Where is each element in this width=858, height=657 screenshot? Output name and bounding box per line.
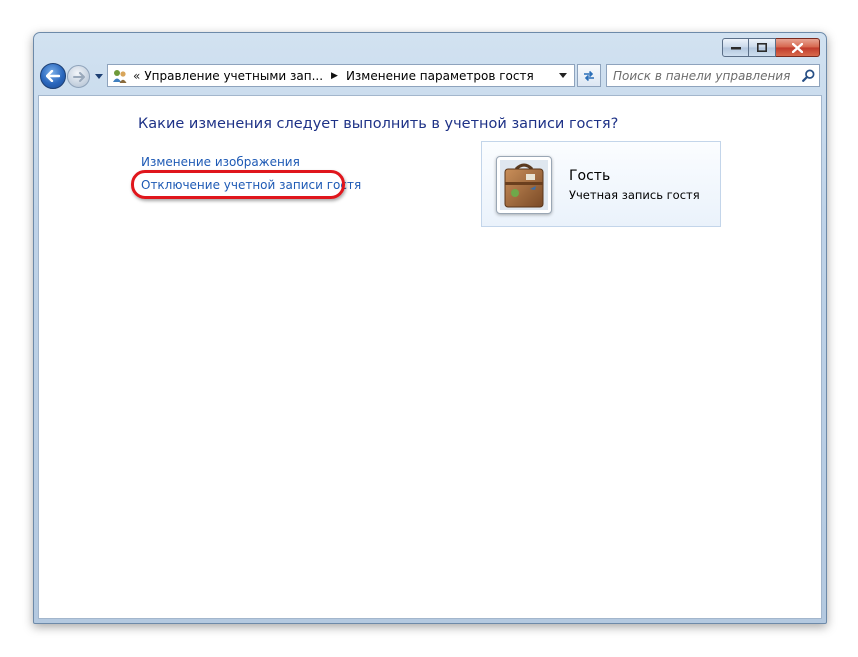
users-icon [111, 67, 129, 85]
minimize-button[interactable] [722, 38, 749, 57]
caption-buttons [722, 38, 820, 57]
maximize-button[interactable] [749, 38, 776, 57]
control-panel-window: « Управление учетными зап... ▶ Изменение… [33, 32, 827, 624]
address-dropdown-button[interactable] [556, 65, 570, 86]
change-picture-link[interactable]: Изменение изображения [141, 155, 300, 169]
search-button[interactable] [797, 69, 819, 82]
breadcrumb-guest-settings[interactable]: Изменение параметров гостя [346, 69, 534, 83]
turn-off-guest-account-link[interactable]: Отключение учетной записи гостя [141, 178, 361, 192]
back-button[interactable] [40, 63, 66, 89]
chevron-down-icon [559, 73, 567, 78]
navigation-bar: « Управление учетными зап... ▶ Изменение… [38, 61, 820, 91]
forward-button[interactable] [67, 65, 90, 88]
maximize-icon [757, 43, 767, 52]
chevron-down-icon [95, 73, 103, 79]
account-picture [496, 156, 552, 214]
close-icon [792, 42, 803, 53]
close-button[interactable] [776, 38, 820, 57]
search-icon [801, 69, 814, 82]
account-tile: Гость Учетная запись гостя [481, 141, 721, 227]
recent-pages-button[interactable] [94, 71, 104, 81]
refresh-button[interactable] [577, 64, 601, 87]
search-box[interactable] [606, 64, 820, 87]
back-arrow-icon [46, 70, 60, 82]
minimize-icon [730, 46, 741, 49]
account-name: Гость [569, 168, 611, 184]
suitcase-icon [500, 160, 548, 210]
account-type: Учетная запись гостя [569, 188, 700, 202]
refresh-icon [584, 70, 594, 81]
page-title: Какие изменения следует выполнить в учет… [138, 116, 619, 132]
search-input[interactable] [607, 67, 797, 84]
breadcrumb-separator-icon[interactable]: ▶ [331, 71, 338, 81]
breadcrumb-user-accounts[interactable]: Управление учетными зап... [144, 69, 323, 83]
address-bar[interactable]: « Управление учетными зап... ▶ Изменение… [107, 64, 575, 87]
address-overflow-chevron[interactable]: « [133, 69, 140, 83]
main-content: Какие изменения следует выполнить в учет… [38, 95, 822, 619]
forward-arrow-icon [72, 71, 85, 82]
